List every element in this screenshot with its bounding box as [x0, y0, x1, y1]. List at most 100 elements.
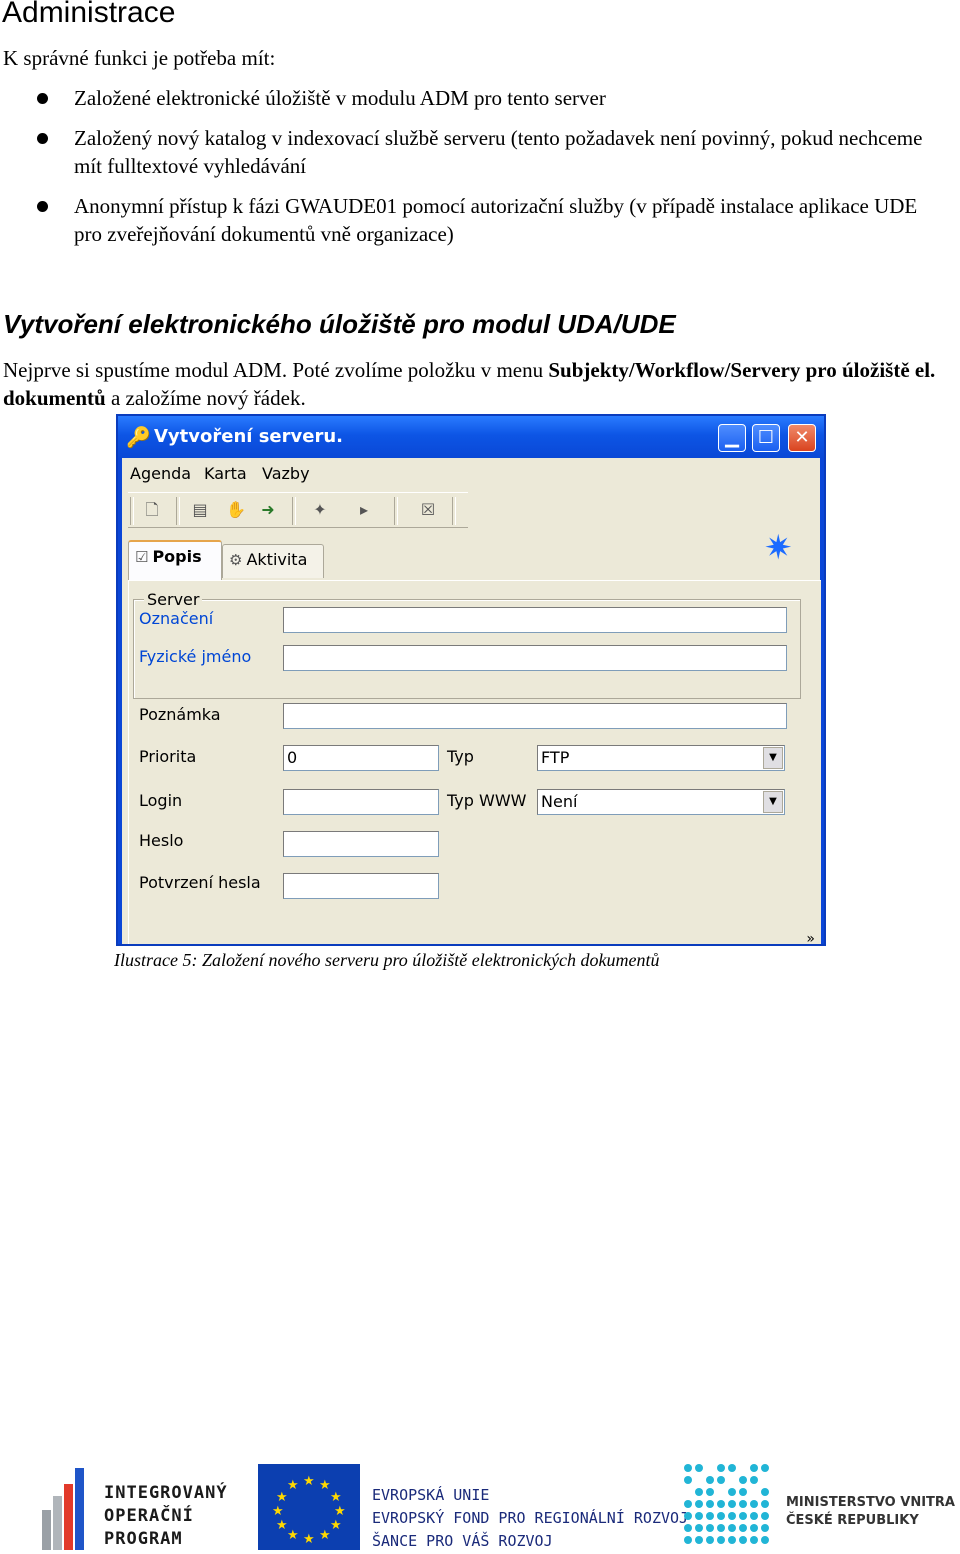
star-icon: ★ [330, 1517, 342, 1532]
logo-dot [695, 1488, 703, 1496]
bullet-icon [37, 133, 48, 144]
label-typ: Typ [447, 747, 474, 766]
tab-panel-popis: Server Označení Fyzické jméno Poznámka P… [128, 580, 821, 944]
eu-flag-icon: ★ ★ ★ ★ ★ ★ ★ ★ ★ ★ ★ ★ [258, 1464, 360, 1550]
label-poznamka: Poznámka [139, 705, 221, 724]
more-chevron-icon[interactable]: » [806, 931, 815, 944]
label-typ-www: Typ WWW [447, 791, 527, 810]
star-icon: ★ [276, 1489, 288, 1504]
tab-popis[interactable]: ☑ Popis [128, 540, 222, 580]
heslo-input[interactable] [283, 831, 439, 857]
requirements-list: Založené elektronické úložiště v modulu … [0, 84, 960, 260]
close-button[interactable]: ✕ [788, 424, 816, 452]
star-icon: ★ [319, 1477, 331, 1492]
poznamka-input[interactable] [283, 703, 787, 729]
logo-dot [750, 1512, 758, 1520]
menu-vazby[interactable]: Vazby [262, 464, 310, 483]
chevron-down-icon[interactable]: ▼ [763, 747, 783, 769]
menu-agenda[interactable]: Agenda [130, 464, 191, 483]
iop-logo-text: INTEGROVANÝ OPERAČNÍ PROGRAM [104, 1483, 228, 1549]
logo-dot [761, 1512, 769, 1520]
menu-karta[interactable]: Karta [204, 464, 247, 483]
typ-select[interactable]: FTP ▼ [537, 745, 785, 771]
star-icon: ★ [334, 1503, 346, 1518]
logo-dot [728, 1536, 736, 1544]
edit-icon[interactable]: ▤ [188, 499, 212, 521]
minimize-icon: ▁ [725, 427, 739, 448]
logo-dot [706, 1476, 714, 1484]
tab-aktivita[interactable]: ⚙ Aktivita [222, 544, 324, 578]
logo-dot [706, 1524, 714, 1532]
close-box-icon[interactable]: ☒ [416, 499, 440, 521]
new-document-icon[interactable]: 🗋 [140, 499, 164, 521]
fyzicke-jmeno-input[interactable] [283, 645, 787, 671]
window-title: Vytvoření serveru. [154, 426, 343, 447]
stop-hand-icon[interactable]: ✋ [224, 499, 248, 521]
logo-dot [706, 1536, 714, 1544]
toolbar-separator [292, 497, 296, 525]
logo-dot [717, 1524, 725, 1532]
list-item: Založený nový katalog v indexovací služb… [0, 124, 960, 180]
logo-dot [728, 1512, 736, 1520]
checkmark-doc-icon: ☑ [135, 548, 149, 566]
oznaceni-input[interactable] [283, 607, 787, 633]
logo-dot [717, 1512, 725, 1520]
iop-logo-bars [42, 1468, 98, 1550]
label-heslo: Heslo [139, 831, 184, 850]
logo-dot [695, 1500, 703, 1508]
gear-icon: ⚙ [229, 551, 243, 569]
star-icon: ★ [272, 1503, 284, 1518]
logo-dot [750, 1536, 758, 1544]
instruction-paragraph: Nejprve si spustíme modul ADM. Poté zvol… [3, 358, 936, 410]
chevron-down-icon[interactable]: ▼ [763, 791, 783, 813]
typ-www-select[interactable]: Není ▼ [537, 789, 785, 815]
window-client: Agenda Karta Vazby 🗋 ▤ ✋ ➜ ✦ ▸ ☒ ☑ Popis … [122, 458, 821, 944]
logo-dot [717, 1464, 725, 1472]
new-star-document-icon[interactable]: ✷ [764, 528, 793, 568]
logo-dot [761, 1488, 769, 1496]
logo-dot [739, 1524, 747, 1532]
priorita-input[interactable]: 0 [283, 745, 439, 771]
list-item: Založené elektronické úložiště v modulu … [0, 84, 960, 112]
logo-dot [728, 1464, 736, 1472]
intro-text: K správné funkci je potřeba mít: [3, 46, 276, 70]
logo-bar [53, 1496, 62, 1550]
maximize-button[interactable]: ☐ [752, 424, 780, 452]
logo-dot [739, 1476, 747, 1484]
logo-dot [750, 1476, 758, 1484]
logo-dot [761, 1536, 769, 1544]
label-fyzicke-jmeno: Fyzické jméno [139, 647, 252, 666]
star-icon: ★ [287, 1477, 299, 1492]
run-icon[interactable]: ➜ [256, 499, 280, 521]
logo-dot [761, 1464, 769, 1472]
login-input[interactable] [283, 789, 439, 815]
groupbox-label: Server [144, 590, 203, 609]
logo-dot [684, 1524, 692, 1532]
logo-dot [717, 1500, 725, 1508]
logo-dot [728, 1488, 736, 1496]
star-icon: ★ [330, 1489, 342, 1504]
star-icon: ★ [287, 1527, 299, 1542]
star-icon: ★ [303, 1531, 315, 1546]
puzzle-icon[interactable]: ✦ [308, 499, 332, 521]
logo-bar [75, 1468, 84, 1550]
logo-dot [750, 1464, 758, 1472]
play-arrow-icon[interactable]: ▸ [352, 499, 376, 521]
logo-dot [684, 1476, 692, 1484]
potvrzeni-hesla-input[interactable] [283, 873, 439, 899]
title-bar[interactable]: 🔑 Vytvoření serveru. ▁ ☐ ✕ [118, 416, 824, 458]
close-icon: ✕ [794, 427, 810, 448]
minimize-button[interactable]: ▁ [718, 424, 746, 452]
logo-dot [717, 1536, 725, 1544]
logo-dot [706, 1488, 714, 1496]
star-icon: ★ [276, 1517, 288, 1532]
maximize-icon: ☐ [757, 427, 775, 448]
label-priorita: Priorita [139, 747, 197, 766]
logo-dot [739, 1536, 747, 1544]
logo-dot [695, 1464, 703, 1472]
logo-dot [684, 1500, 692, 1508]
footer-logos: INTEGROVANÝ OPERAČNÍ PROGRAM ★ ★ ★ ★ ★ ★… [0, 1460, 960, 1554]
section-heading: Vytvoření elektronického úložiště pro mo… [3, 309, 676, 339]
logo-dot [717, 1476, 725, 1484]
eu-logo-text: EVROPSKÁ UNIE EVROPSKÝ FOND PRO REGIONÁL… [372, 1486, 689, 1550]
